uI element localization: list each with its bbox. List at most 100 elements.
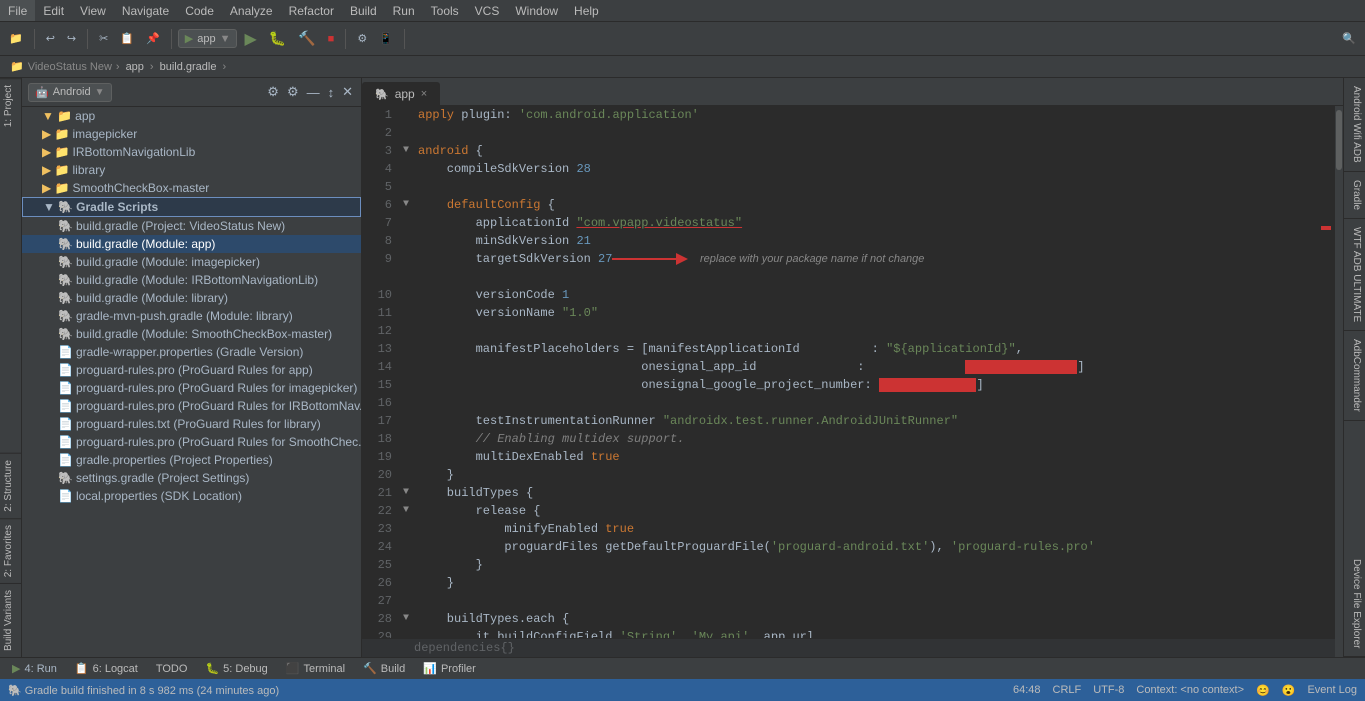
tree-proguard-app[interactable]: 📄 proguard-rules.pro (ProGuard Rules for… xyxy=(22,361,361,379)
menu-file[interactable]: File xyxy=(0,0,35,21)
menubar: File Edit View Navigate Code Analyze Ref… xyxy=(0,0,1365,22)
tree-item-library[interactable]: ▶ 📁 library xyxy=(22,161,361,179)
panel-sync-btn[interactable]: ⚙ xyxy=(265,82,281,102)
tree-local-properties[interactable]: 📄 local.properties (SDK Location) xyxy=(22,487,361,505)
bottom-run-tool[interactable]: ▶ 4: Run xyxy=(4,660,65,677)
tree-proguard-ir[interactable]: 📄 proguard-rules.pro (ProGuard Rules for… xyxy=(22,397,361,415)
toolbar-project-btn[interactable]: 📁 xyxy=(4,29,28,48)
tree-proguard-txt[interactable]: 📄 proguard-rules.txt (ProGuard Rules for… xyxy=(22,415,361,433)
panel-collapse-btn[interactable]: — xyxy=(305,82,322,102)
toolbar-sep-1 xyxy=(34,29,35,49)
tree-build-gradle-library[interactable]: 🐘 build.gradle (Module: library) xyxy=(22,289,361,307)
tree-item-app[interactable]: ▼ 📁 app xyxy=(22,107,361,125)
toolbar-cut[interactable]: ✂ xyxy=(94,29,113,48)
stop-button[interactable]: ■ xyxy=(323,30,340,48)
code-lines[interactable]: 1 apply plugin: 'com.android.application… xyxy=(362,106,1343,638)
editor-scrollbar[interactable] xyxy=(1335,106,1343,657)
panel-actions: ⚙ ⚙ — ↕ ✕ xyxy=(265,82,355,102)
menu-vcs[interactable]: VCS xyxy=(467,0,508,21)
status-encoding[interactable]: UTF-8 xyxy=(1093,684,1124,696)
debug-button[interactable]: 🐛 xyxy=(264,27,291,50)
left-tab-structure[interactable]: 2: Structure xyxy=(0,453,21,518)
menu-analyze[interactable]: Analyze xyxy=(222,0,281,21)
right-tab-device-explorer[interactable]: Device File Explorer xyxy=(1344,551,1365,657)
right-gutter xyxy=(1321,106,1333,657)
toolbar-avd-manager[interactable]: 📱 xyxy=(374,29,398,48)
tree-build-gradle-project[interactable]: 🐘 build.gradle (Project: VideoStatus New… xyxy=(22,217,361,235)
menu-run[interactable]: Run xyxy=(385,0,423,21)
menu-code[interactable]: Code xyxy=(177,0,222,21)
menu-edit[interactable]: Edit xyxy=(35,0,72,21)
status-emoji1: 😊 xyxy=(1256,684,1270,697)
editor-tab-app[interactable]: 🐘 app × xyxy=(362,82,440,105)
run-button[interactable]: ▶ xyxy=(239,26,261,52)
tree-item-irbottom[interactable]: ▶ 📁 IRBottomNavigationLib xyxy=(22,143,361,161)
left-tab-favorites[interactable]: 2: Favorites xyxy=(0,518,21,583)
panel-expand-btn[interactable]: ↕ xyxy=(326,82,337,102)
bottom-build-tool[interactable]: 🔨 Build xyxy=(355,660,413,677)
toolbar-sep-2 xyxy=(87,29,88,49)
tree-label-bg-imagepicker: build.gradle (Module: imagepicker) xyxy=(76,255,260,269)
bottom-logcat-tool[interactable]: 📋 6: Logcat xyxy=(67,660,146,677)
status-event-log[interactable]: Event Log xyxy=(1307,684,1357,696)
tree-build-gradle-smooth[interactable]: 🐘 build.gradle (Module: SmoothCheckBox-m… xyxy=(22,325,361,343)
run-config-selector[interactable]: ▶ app ▼ xyxy=(178,29,238,48)
code-line-24: 24 proguardFiles getDefaultProguardFile(… xyxy=(362,538,1343,556)
left-tab-build-variants[interactable]: Build Variants xyxy=(0,583,21,657)
toolbar-undo[interactable]: ↩ xyxy=(41,29,60,48)
code-line-28: 28 ▼ buildTypes.each { xyxy=(362,610,1343,628)
tree-label-local-props: local.properties (SDK Location) xyxy=(76,489,242,503)
toolbar-search[interactable]: 🔍 xyxy=(1337,29,1361,48)
project-tree: ▼ 📁 app ▶ 📁 imagepicker ▶ 📁 IRBottomNavi… xyxy=(22,107,361,657)
tree-label-mvn: gradle-mvn-push.gradle (Module: library) xyxy=(76,309,293,323)
tree-settings-gradle[interactable]: 🐘 settings.gradle (Project Settings) xyxy=(22,469,361,487)
status-context[interactable]: Context: <no context> xyxy=(1136,684,1244,696)
menu-help[interactable]: Help xyxy=(566,0,607,21)
menu-window[interactable]: Window xyxy=(507,0,566,21)
menu-tools[interactable]: Tools xyxy=(423,0,467,21)
bottom-terminal-tool[interactable]: ⬛ Terminal xyxy=(278,660,353,677)
bottom-profiler-tool[interactable]: 📊 Profiler xyxy=(415,660,484,677)
right-tab-wtf-adb[interactable]: WTF ADB ULTIMATE xyxy=(1344,219,1365,331)
bc-file: build.gradle xyxy=(156,61,221,73)
tree-build-gradle-imagepicker[interactable]: 🐘 build.gradle (Module: imagepicker) xyxy=(22,253,361,271)
right-tab-wifi-adb[interactable]: Android Wifi ADB xyxy=(1344,78,1365,172)
toolbar-redo[interactable]: ↪ xyxy=(62,29,81,48)
tree-proguard-imagepicker[interactable]: 📄 proguard-rules.pro (ProGuard Rules for… xyxy=(22,379,361,397)
panel-close-btn[interactable]: ✕ xyxy=(340,82,355,102)
tree-build-gradle-ir[interactable]: 🐘 build.gradle (Module: IRBottomNavigati… xyxy=(22,271,361,289)
toolbar-copy[interactable]: 📋 xyxy=(115,29,139,48)
tree-proguard-smooth[interactable]: 📄 proguard-rules.pro (ProGuard Rules for… xyxy=(22,433,361,451)
menu-view[interactable]: View xyxy=(72,0,114,21)
bottom-todo-tool[interactable]: TODO xyxy=(148,661,196,677)
bc-app[interactable]: app xyxy=(122,61,148,73)
toolbar-sdk-manager[interactable]: ⚙ xyxy=(352,29,372,48)
code-line-29: 29 it.buildConfigField 'String', 'My_api… xyxy=(362,628,1343,638)
bottom-debug-tool[interactable]: 🐛 5: Debug xyxy=(197,660,275,677)
gradle-icon-library: 🐘 xyxy=(58,291,73,305)
right-tab-adb-commander[interactable]: AdbCommander xyxy=(1344,331,1365,421)
android-dropdown[interactable]: 🤖 Android ▼ xyxy=(28,83,112,102)
code-line-16: 16 xyxy=(362,394,1343,412)
tree-gradle-properties[interactable]: 📄 gradle.properties (Project Properties) xyxy=(22,451,361,469)
left-tab-project[interactable]: 1: Project xyxy=(0,78,21,133)
tree-section-gradle[interactable]: ▼ 🐘 Gradle Scripts xyxy=(22,197,361,217)
toolbar-paste[interactable]: 📌 xyxy=(141,29,165,48)
menu-refactor[interactable]: Refactor xyxy=(281,0,342,21)
tree-build-gradle-app[interactable]: 🐘 build.gradle (Module: app) xyxy=(22,235,361,253)
tree-gradle-mvn-push[interactable]: 🐘 gradle-mvn-push.gradle (Module: librar… xyxy=(22,307,361,325)
menu-navigate[interactable]: Navigate xyxy=(114,0,177,21)
editor-tabs: 🐘 app × xyxy=(362,78,1343,106)
build-button[interactable]: 🔨 xyxy=(293,27,320,50)
tree-gradle-wrapper[interactable]: 📄 gradle-wrapper.properties (Gradle Vers… xyxy=(22,343,361,361)
panel-gear-btn[interactable]: ⚙ xyxy=(285,82,301,102)
tree-item-imagepicker[interactable]: ▶ 📁 imagepicker xyxy=(22,125,361,143)
menu-build[interactable]: Build xyxy=(342,0,385,21)
breadcrumb-project[interactable]: 📁 xyxy=(8,60,26,73)
code-line-22: 22 ▼ release { xyxy=(362,502,1343,520)
tab-close-btn[interactable]: × xyxy=(421,88,427,100)
right-tab-gradle[interactable]: Gradle xyxy=(1344,172,1365,219)
tree-item-smoothcheckbox[interactable]: ▶ 📁 SmoothCheckBox-master xyxy=(22,179,361,197)
status-linesep[interactable]: CRLF xyxy=(1053,684,1082,696)
status-position[interactable]: 64:48 xyxy=(1013,684,1041,696)
